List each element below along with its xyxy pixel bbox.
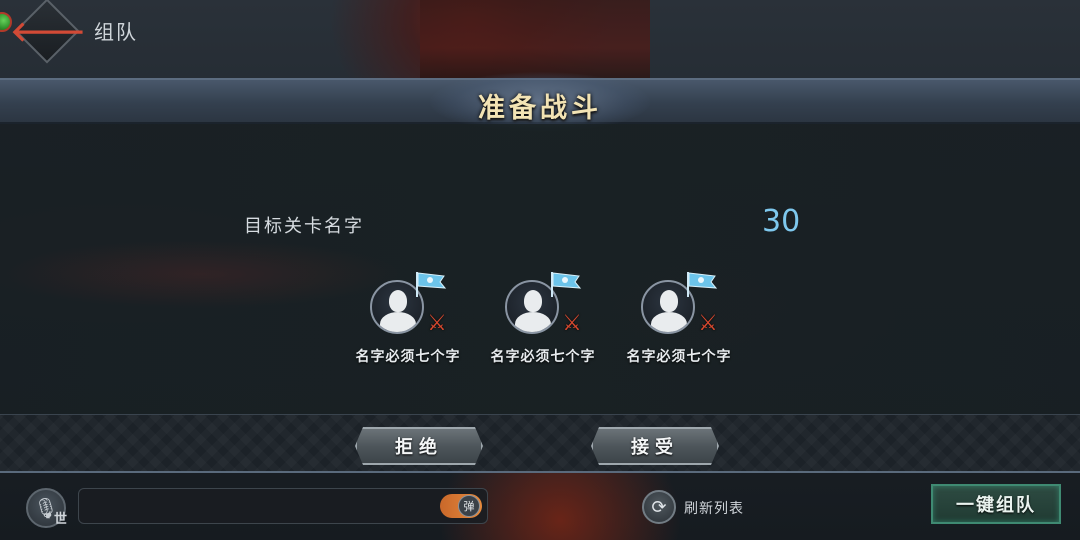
panel-content: 目标关卡名字 30 ⚔ 名字必须七个字 ⚔ 名字必须七个字 ⚔ 名字必须七个字 bbox=[0, 124, 1080, 414]
channel-tag: 世 bbox=[54, 512, 68, 527]
member-name: 名字必须七个字 bbox=[490, 349, 596, 365]
action-strip: 拒绝 接受 bbox=[0, 414, 1080, 473]
danmaku-toggle[interactable]: 弹 bbox=[440, 494, 482, 518]
bottom-bar: 🎙 世 弹 ⟳ 刷新列表 一键组队 bbox=[0, 478, 1080, 540]
avatar-head bbox=[660, 290, 678, 312]
avatar bbox=[641, 280, 695, 334]
status-indicator-icon bbox=[0, 12, 12, 32]
avatar bbox=[370, 280, 424, 334]
panel-header: 准备战斗 bbox=[0, 72, 1080, 132]
quick-team-button[interactable]: 一键组队 bbox=[931, 484, 1061, 524]
stage-name: 目标关卡名字 bbox=[244, 216, 364, 237]
team-members: ⚔ 名字必须七个字 ⚔ 名字必须七个字 ⚔ 名字必须七个字 bbox=[0, 272, 1080, 374]
crossed-swords-icon: ⚔ bbox=[562, 310, 582, 336]
refresh-list-label: 刷新列表 bbox=[684, 501, 744, 517]
avatar-head bbox=[524, 290, 542, 312]
refresh-list-button[interactable]: ⟳ 刷新列表 bbox=[642, 490, 762, 526]
avatar-head bbox=[389, 290, 407, 312]
panel-title: 准备战斗 bbox=[478, 93, 602, 124]
danmaku-toggle-knob: 弹 bbox=[458, 495, 480, 517]
back-button[interactable] bbox=[14, 0, 80, 64]
member-name: 名字必须七个字 bbox=[355, 349, 461, 365]
team-member[interactable]: ⚔ 名字必须七个字 bbox=[611, 272, 747, 374]
team-member[interactable]: ⚔ 名字必须七个字 bbox=[340, 272, 476, 374]
prepare-battle-panel: 准备战斗 目标关卡名字 30 ⚔ 名字必须七个字 ⚔ 名字必须七个字 ⚔ 名字必… bbox=[0, 72, 1080, 473]
crossed-swords-icon: ⚔ bbox=[427, 310, 447, 336]
refresh-icon: ⟳ bbox=[642, 490, 676, 524]
avatar-body bbox=[380, 312, 416, 332]
member-name: 名字必须七个字 bbox=[626, 349, 732, 365]
chat-input[interactable] bbox=[78, 488, 488, 524]
avatar-body bbox=[515, 312, 551, 332]
reject-button[interactable]: 拒绝 bbox=[355, 427, 483, 465]
team-member[interactable]: ⚔ 名字必须七个字 bbox=[475, 272, 611, 374]
avatar-body bbox=[651, 312, 687, 332]
page-title: 组队 bbox=[94, 20, 138, 44]
crossed-swords-icon: ⚔ bbox=[698, 310, 718, 336]
avatar bbox=[505, 280, 559, 334]
accept-button[interactable]: 接受 bbox=[591, 427, 719, 465]
top-bar: 🡐 组队 bbox=[0, 0, 1080, 64]
countdown-timer: 30 bbox=[762, 204, 801, 239]
